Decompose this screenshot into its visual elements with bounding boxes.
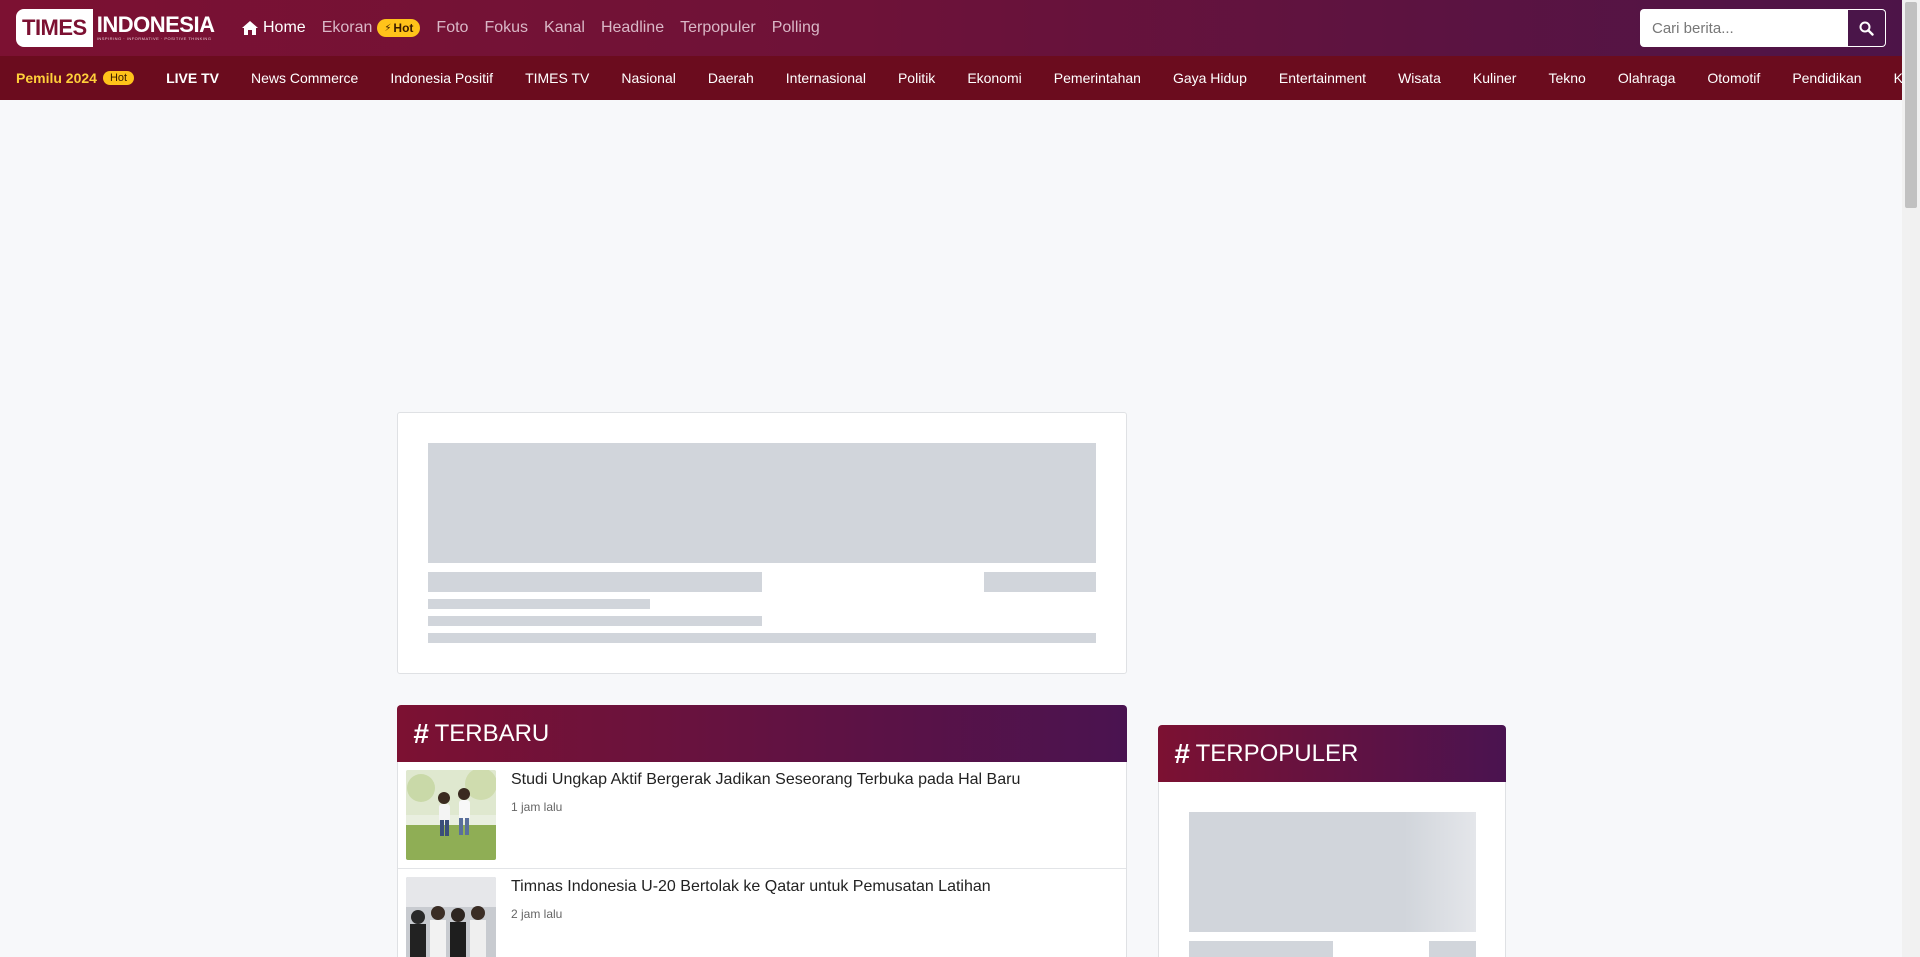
nav-headline[interactable]: Headline (601, 19, 664, 37)
cat-daerah[interactable]: Daerah (708, 70, 754, 86)
terpopuler-header: # TERPOPULER (1158, 725, 1506, 782)
cat-kesehatan[interactable]: Keseh (1894, 70, 1902, 86)
skeleton-line (428, 572, 762, 592)
hot-badge: Hot (102, 71, 135, 85)
logo-indonesia-text: INDONESIA (96, 12, 215, 37)
search-icon (1859, 21, 1874, 36)
nav-terpopuler[interactable]: Terpopuler (680, 19, 756, 37)
search-form (1640, 9, 1886, 47)
top-navbar: TIMES INDONESIA INSPIRING · INFORMATIVE … (0, 0, 1902, 56)
nav-ekoran[interactable]: Ekoran ⚡ Hot (322, 19, 421, 37)
logo-times-text: TIMES (16, 9, 93, 47)
terbaru-header: # TERBARU (397, 705, 1127, 762)
scrollbar-thumb[interactable] (1905, 2, 1917, 208)
cat-ekonomi[interactable]: Ekonomi (967, 70, 1021, 86)
cat-tekno[interactable]: Tekno (1548, 70, 1585, 86)
main-nav: Home Ekoran ⚡ Hot Foto Fokus Kanal Headl… (242, 0, 836, 56)
news-time: 2 jam lalu (511, 907, 563, 921)
nav-polling[interactable]: Polling (772, 19, 820, 37)
cat-pemilu-2024[interactable]: Pemilu 2024 Hot (16, 70, 135, 86)
cat-news-commerce[interactable]: News Commerce (251, 70, 358, 86)
cat-pendidikan[interactable]: Pendidikan (1792, 70, 1861, 86)
terpopuler-title: TERPOPULER (1195, 739, 1359, 767)
loading-skeleton-card (397, 412, 1127, 674)
news-thumbnail[interactable] (406, 877, 496, 957)
news-title[interactable]: Timnas Indonesia U-20 Bertolak ke Qatar … (511, 878, 991, 896)
terbaru-list: Studi Ungkap Aktif Bergerak Jadikan Sese… (397, 762, 1127, 957)
hash-icon: # (413, 717, 429, 749)
cat-otomotif[interactable]: Otomotif (1707, 70, 1760, 86)
cat-pemerintahan[interactable]: Pemerintahan (1054, 70, 1141, 86)
news-item[interactable]: Timnas Indonesia U-20 Bertolak ke Qatar … (398, 869, 1126, 957)
cat-internasional[interactable]: Internasional (786, 70, 866, 86)
cat-live-tv[interactable]: LIVE TV (166, 70, 219, 86)
hash-icon: # (1174, 737, 1190, 769)
nav-home[interactable]: Home (242, 19, 306, 37)
terbaru-title: TERBARU (434, 719, 550, 747)
skeleton-line (1189, 941, 1333, 957)
home-icon (242, 21, 258, 35)
cat-entertainment[interactable]: Entertainment (1279, 70, 1366, 86)
cat-gaya-hidup[interactable]: Gaya Hidup (1173, 70, 1247, 86)
cat-pemilu-label: Pemilu 2024 (16, 70, 97, 86)
nav-kanal[interactable]: Kanal (544, 19, 585, 37)
search-input[interactable] (1640, 9, 1848, 47)
cat-times-tv[interactable]: TIMES TV (525, 70, 589, 86)
cat-wisata[interactable]: Wisata (1398, 70, 1441, 86)
nav-ekoran-label: Ekoran (321, 19, 373, 36)
news-item[interactable]: Studi Ungkap Aktif Bergerak Jadikan Sese… (398, 762, 1126, 869)
skeleton-line (428, 633, 1096, 643)
skeleton-line (428, 599, 650, 609)
terpopuler-skeleton (1158, 782, 1506, 957)
skeleton-line (428, 616, 762, 626)
skeleton-line (1429, 941, 1476, 957)
hot-badge: ⚡ Hot (377, 19, 421, 37)
skeleton-image (1189, 812, 1476, 932)
category-bar: Pemilu 2024 Hot LIVE TV News Commerce In… (0, 56, 1902, 100)
cat-kuliner[interactable]: Kuliner (1473, 70, 1517, 86)
cat-olahraga[interactable]: Olahraga (1618, 70, 1676, 86)
skeleton-line (984, 572, 1096, 592)
search-button[interactable] (1848, 9, 1886, 47)
nav-home-label: Home (263, 19, 306, 36)
page-scrollbar[interactable] (1902, 0, 1920, 957)
cat-politik[interactable]: Politik (898, 70, 935, 86)
nav-foto[interactable]: Foto (436, 19, 468, 37)
bolt-icon: ⚡ (384, 22, 392, 34)
cat-nasional[interactable]: Nasional (621, 70, 675, 86)
cat-indonesia-positif[interactable]: Indonesia Positif (390, 70, 493, 86)
site-logo[interactable]: TIMES INDONESIA INSPIRING · INFORMATIVE … (16, 9, 215, 47)
news-title[interactable]: Studi Ungkap Aktif Bergerak Jadikan Sese… (511, 771, 1020, 789)
logo-tagline: INSPIRING · INFORMATIVE · POSITIVE THINK… (96, 36, 212, 41)
nav-fokus[interactable]: Fokus (484, 19, 528, 37)
skeleton-image (428, 443, 1096, 563)
news-time: 1 jam lalu (511, 800, 563, 814)
news-thumbnail[interactable] (406, 770, 496, 860)
